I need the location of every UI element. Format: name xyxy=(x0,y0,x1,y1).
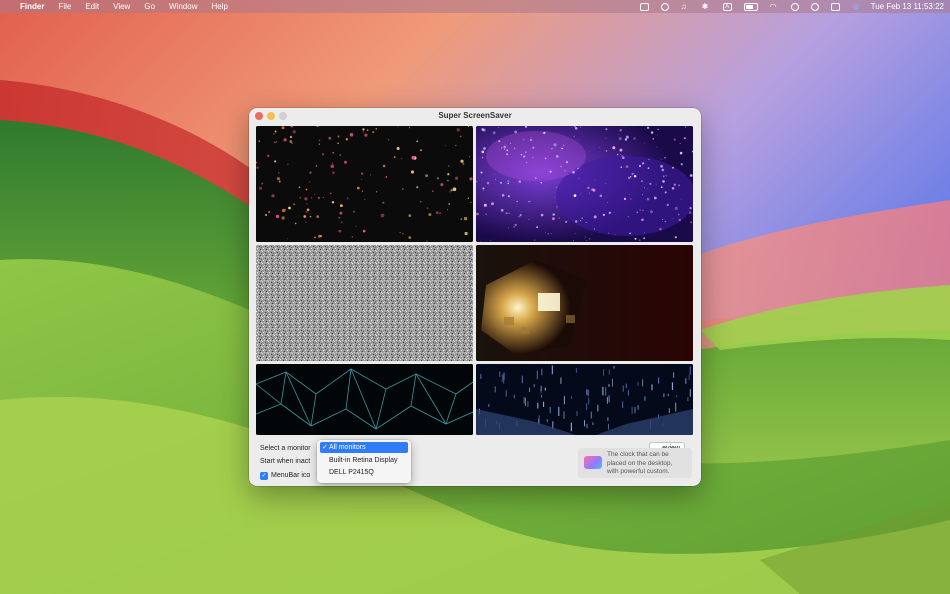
promo-line-1: The clock that can be xyxy=(607,451,669,458)
headphones-icon[interactable]: ♫ xyxy=(681,2,690,11)
window-title: Super ScreenSaver xyxy=(438,111,512,120)
window-titlebar[interactable]: Super ScreenSaver xyxy=(249,108,701,124)
menubar-icon-label: MenuBar ico xyxy=(271,472,311,479)
option-label: DELL P2415Q xyxy=(329,469,374,476)
menu-edit[interactable]: Edit xyxy=(85,2,99,11)
menu-view[interactable]: View xyxy=(113,2,130,11)
wifi-icon[interactable]: ◠ xyxy=(770,2,779,11)
checkmark-icon: ✓ xyxy=(322,444,328,451)
user-icon[interactable] xyxy=(810,2,819,11)
menu-go[interactable]: Go xyxy=(144,2,155,11)
menubar-icon-checkbox[interactable]: ✓ xyxy=(260,472,268,480)
input-source-icon[interactable]: A xyxy=(722,2,732,11)
menu-window[interactable]: Window xyxy=(169,2,197,11)
search-icon[interactable] xyxy=(790,2,799,11)
bluetooth-icon[interactable]: ✱ xyxy=(702,2,711,11)
start-inactive-label: Start when inact xyxy=(260,458,311,465)
static-noise-preview xyxy=(256,245,473,361)
thumbnail-particles[interactable] xyxy=(256,126,473,242)
play-icon[interactable] xyxy=(660,2,669,11)
option-label: Built-in Retina Display xyxy=(329,457,398,464)
thumbnail-wire-mesh[interactable] xyxy=(256,364,473,435)
clock-app-icon xyxy=(584,456,602,469)
menubar-clock[interactable]: Tue Feb 13 11:53:22 xyxy=(871,2,944,11)
menu-app-name[interactable]: Finder xyxy=(20,2,44,11)
wire-mesh-preview xyxy=(256,364,473,435)
data-rain-preview xyxy=(476,364,693,435)
nebula-preview xyxy=(476,126,693,242)
promo-text: The clock that can be placed on the desk… xyxy=(607,451,691,477)
thumbnail-data-rain[interactable] xyxy=(476,364,693,435)
select-monitor-label: Select a monitor xyxy=(260,445,311,452)
menu-bar: Finder File Edit View Go Window Help ♫ ✱… xyxy=(0,0,950,13)
promo-line-2: placed on the desktop, xyxy=(607,459,673,467)
siri-icon[interactable] xyxy=(851,3,859,10)
menu-file[interactable]: File xyxy=(58,2,71,11)
dropdown-option-all-monitors[interactable]: ✓ All monitors xyxy=(320,442,408,453)
option-label: All monitors xyxy=(329,444,366,451)
battery-icon[interactable] xyxy=(743,2,758,11)
screensaver-status-icon[interactable] xyxy=(639,2,649,11)
light-cube-preview xyxy=(476,245,693,361)
particles-preview xyxy=(256,126,473,242)
dropdown-option-builtin-display[interactable]: Built-in Retina Display xyxy=(320,455,408,466)
menu-help[interactable]: Help xyxy=(211,2,227,11)
app-window: Super ScreenSaver Select a monitor Start… xyxy=(249,108,701,486)
thumbnail-nebula[interactable] xyxy=(476,126,693,242)
control-center-icon[interactable] xyxy=(830,2,840,11)
dropdown-option-dell[interactable]: DELL P2415Q xyxy=(320,467,408,478)
promo-banner[interactable]: The clock that can be placed on the desk… xyxy=(578,448,692,478)
thumbnail-light-cube[interactable] xyxy=(476,245,693,361)
monitor-dropdown-menu: ✓ All monitors Built-in Retina Display DE… xyxy=(317,440,411,483)
thumbnail-static-noise[interactable] xyxy=(256,245,473,361)
promo-line-3: with powerful custom. xyxy=(607,468,670,475)
